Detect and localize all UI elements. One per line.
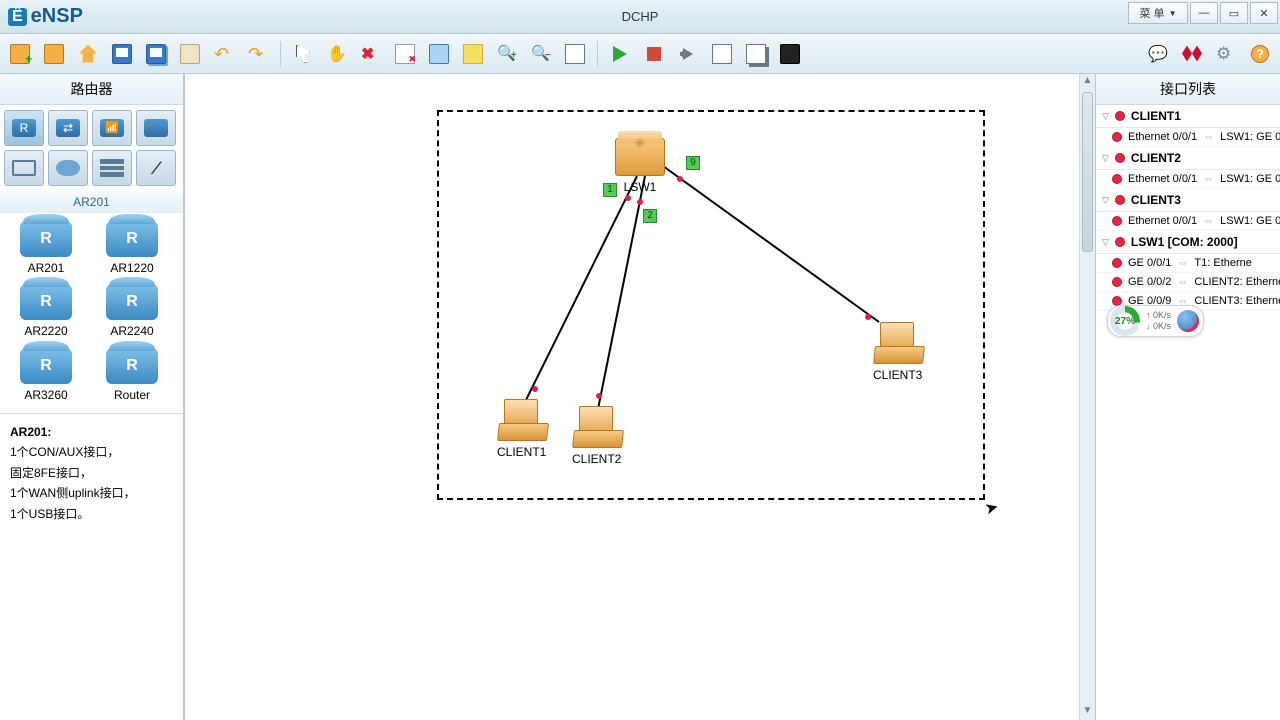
note-button[interactable] <box>425 40 453 68</box>
widget-orb-icon[interactable] <box>1177 310 1199 332</box>
packet-button[interactable] <box>708 40 736 68</box>
cpu-percent: 27% <box>1110 306 1140 336</box>
device-ar3260[interactable]: RAR3260 <box>4 348 88 405</box>
title-bar: Ë eNSP DCHP 菜 单▼ — ▭ ✕ <box>0 0 1280 34</box>
category-cloud-icon[interactable] <box>48 150 88 186</box>
iface-row[interactable]: GE 0/0/1⇔T1: Etherne <box>1096 254 1280 273</box>
menu-button[interactable]: 菜 单▼ <box>1128 2 1188 24</box>
iface-group-client3[interactable]: ▽CLIENT3 <box>1096 189 1280 212</box>
category-link-icon[interactable]: ∕ <box>136 150 176 186</box>
print-button[interactable] <box>176 40 204 68</box>
net-speeds: 0K/s 0K/s <box>1146 310 1171 332</box>
device-categories: R ⇄ 📶 ∕ <box>0 105 183 191</box>
device-description: AR201: 1个CON/AUX接口， 固定8FE接口， 1个WAN侧uplin… <box>0 413 183 720</box>
app-logo: Ë eNSP <box>0 5 91 28</box>
logo-icon: Ë <box>8 8 27 26</box>
category-pc-icon[interactable] <box>4 150 44 186</box>
home-button[interactable] <box>74 40 102 68</box>
category-switch-icon[interactable]: ⇄ <box>48 110 88 146</box>
save-all-button[interactable] <box>142 40 170 68</box>
open-button[interactable] <box>40 40 68 68</box>
redo-button[interactable] <box>244 40 272 68</box>
iface-group-lsw1[interactable]: ▽LSW1 [COM: 2000] <box>1096 231 1280 254</box>
node-client3[interactable]: CLIENT3 <box>873 322 922 382</box>
port-label-1: 1 <box>603 183 617 197</box>
category-router-icon[interactable]: R <box>4 110 44 146</box>
interface-panel: 接口列表 ▽CLIENT1 Ethernet 0/0/1⇔LSW1: GE 0 … <box>1096 74 1280 720</box>
undo-button[interactable] <box>210 40 238 68</box>
cursor-icon: ➤ <box>983 497 1001 520</box>
app-name: eNSP <box>31 5 83 28</box>
huawei-button[interactable] <box>1178 40 1206 68</box>
stop-button[interactable] <box>640 40 668 68</box>
start-button[interactable] <box>606 40 634 68</box>
save-button[interactable] <box>108 40 136 68</box>
node-lsw1[interactable]: LSW1 <box>615 138 665 194</box>
delete-button[interactable] <box>357 40 385 68</box>
device-ar1220[interactable]: RAR1220 <box>90 221 174 278</box>
port-label-2: 2 <box>643 209 657 223</box>
palette-button[interactable] <box>459 40 487 68</box>
new-topo-button[interactable] <box>6 40 34 68</box>
interface-panel-title: 接口列表 <box>1096 74 1280 105</box>
iface-row[interactable]: Ethernet 0/0/1⇔LSW1: GE 0 <box>1096 212 1280 231</box>
category-server-icon[interactable] <box>92 150 132 186</box>
category-wlan-icon[interactable]: 📶 <box>92 110 132 146</box>
iface-group-client1[interactable]: ▽CLIENT1 <box>1096 105 1280 128</box>
minimize-button[interactable]: — <box>1190 2 1218 24</box>
select-tool-button[interactable] <box>289 40 317 68</box>
device-panel: 路由器 R ⇄ 📶 ∕ AR201 RAR201 RAR1220 RAR2220… <box>0 74 184 720</box>
node-client2[interactable]: CLIENT2 <box>572 406 621 466</box>
window-controls: 菜 单▼ — ▭ ✕ <box>1128 2 1278 24</box>
pan-tool-button[interactable] <box>323 40 351 68</box>
vertical-scrollbar[interactable]: ▲▼ <box>1079 74 1095 720</box>
main-toolbar: ? <box>0 34 1280 74</box>
iface-row[interactable]: Ethernet 0/0/1⇔LSW1: GE 0 <box>1096 170 1280 189</box>
device-ar201[interactable]: RAR201 <box>4 221 88 278</box>
iface-group-client2[interactable]: ▽CLIENT2 <box>1096 147 1280 170</box>
zoom-in-button[interactable] <box>493 40 521 68</box>
port-label-9: 9 <box>686 156 700 170</box>
performance-widget[interactable]: 27% 0K/s 0K/s <box>1107 305 1204 337</box>
node-client1[interactable]: CLIENT1 <box>497 399 546 459</box>
cli-button[interactable] <box>776 40 804 68</box>
help-button[interactable]: ? <box>1246 40 1274 68</box>
capture-button[interactable] <box>674 40 702 68</box>
device-subtype: AR201 <box>0 191 183 213</box>
device-list[interactable]: RAR201 RAR1220 RAR2220 RAR2240 RAR3260 R… <box>0 213 183 413</box>
topology-canvas[interactable]: LSW1 CLIENT1 CLIENT2 CLIENT3 1 2 9 ➤ ▲▼ <box>184 74 1096 720</box>
window-title: DCHP <box>622 9 659 24</box>
device-ar2220[interactable]: RAR2220 <box>4 284 88 341</box>
iface-row[interactable]: GE 0/0/2⇔CLIENT2: Etherne <box>1096 273 1280 292</box>
windows-button[interactable] <box>742 40 770 68</box>
device-router[interactable]: RRouter <box>90 348 174 405</box>
erase-button[interactable] <box>391 40 419 68</box>
device-ar2240[interactable]: RAR2240 <box>90 284 174 341</box>
close-button[interactable]: ✕ <box>1250 2 1278 24</box>
interface-list[interactable]: ▽CLIENT1 Ethernet 0/0/1⇔LSW1: GE 0 ▽CLIE… <box>1096 105 1280 720</box>
fit-button[interactable] <box>561 40 589 68</box>
device-panel-title: 路由器 <box>0 74 183 105</box>
maximize-button[interactable]: ▭ <box>1220 2 1248 24</box>
zoom-out-button[interactable] <box>527 40 555 68</box>
chat-button[interactable] <box>1144 40 1172 68</box>
category-firewall-icon[interactable] <box>136 110 176 146</box>
settings-button[interactable] <box>1212 40 1240 68</box>
iface-row[interactable]: Ethernet 0/0/1⇔LSW1: GE 0 <box>1096 128 1280 147</box>
